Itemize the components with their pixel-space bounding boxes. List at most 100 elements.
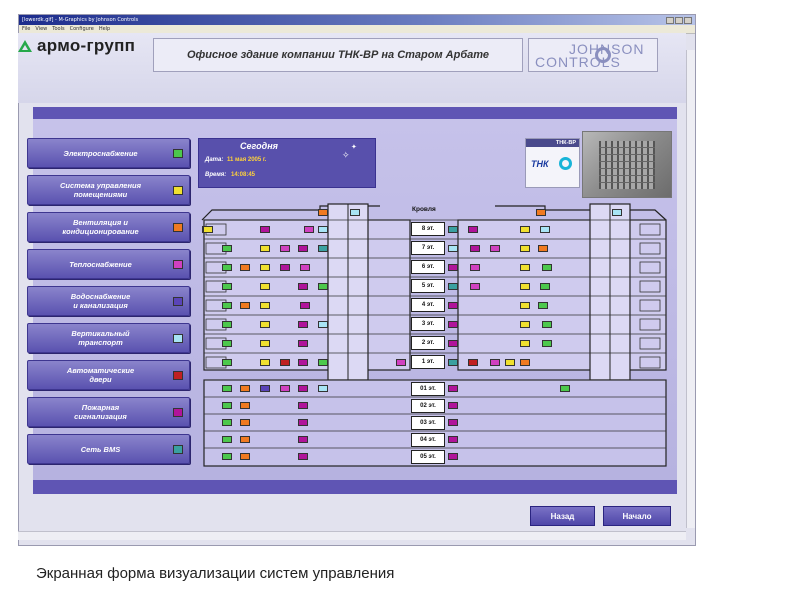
- status-indicator[interactable]: [520, 359, 530, 366]
- minimize-icon[interactable]: [666, 16, 674, 24]
- status-indicator[interactable]: [240, 436, 250, 443]
- status-indicator[interactable]: [298, 359, 308, 366]
- status-indicator[interactable]: [468, 226, 478, 233]
- status-indicator[interactable]: [520, 302, 530, 309]
- status-indicator[interactable]: [470, 264, 480, 271]
- status-indicator[interactable]: [280, 245, 290, 252]
- status-indicator[interactable]: [298, 402, 308, 409]
- status-indicator[interactable]: [222, 385, 232, 392]
- roof-equipment-indicator[interactable]: [612, 209, 622, 216]
- menu-file[interactable]: File: [22, 26, 30, 32]
- floor-label[interactable]: 1 эт.: [411, 355, 445, 369]
- roof-equipment-indicator[interactable]: [318, 209, 328, 216]
- status-indicator[interactable]: [448, 245, 458, 252]
- status-indicator[interactable]: [448, 419, 458, 426]
- status-indicator[interactable]: [542, 321, 552, 328]
- status-indicator[interactable]: [448, 359, 458, 366]
- status-indicator[interactable]: [222, 402, 232, 409]
- status-indicator[interactable]: [318, 226, 328, 233]
- floor-label[interactable]: 05 эт.: [411, 450, 445, 464]
- status-indicator[interactable]: [260, 283, 270, 290]
- status-indicator[interactable]: [203, 226, 213, 233]
- status-indicator[interactable]: [448, 302, 458, 309]
- status-indicator[interactable]: [505, 359, 515, 366]
- floor-label[interactable]: 01 эт.: [411, 382, 445, 396]
- menu-tools[interactable]: Tools: [52, 26, 64, 32]
- roof-equipment-indicator[interactable]: [536, 209, 546, 216]
- status-indicator[interactable]: [260, 385, 270, 392]
- status-indicator[interactable]: [468, 359, 478, 366]
- status-indicator[interactable]: [304, 226, 314, 233]
- status-indicator[interactable]: [222, 359, 232, 366]
- vertical-scrollbar[interactable]: [686, 50, 695, 528]
- status-indicator[interactable]: [222, 245, 232, 252]
- status-indicator[interactable]: [520, 245, 530, 252]
- floor-label[interactable]: 5 эт.: [411, 279, 445, 293]
- status-indicator[interactable]: [260, 359, 270, 366]
- status-indicator[interactable]: [298, 321, 308, 328]
- status-indicator[interactable]: [448, 321, 458, 328]
- menu-help[interactable]: Help: [99, 26, 110, 32]
- status-indicator[interactable]: [222, 302, 232, 309]
- menu-configure[interactable]: Configure: [70, 26, 94, 32]
- status-indicator[interactable]: [542, 340, 552, 347]
- status-indicator[interactable]: [448, 402, 458, 409]
- status-indicator[interactable]: [222, 283, 232, 290]
- system-button-power[interactable]: Электроснабжение: [27, 138, 190, 168]
- status-indicator[interactable]: [490, 245, 500, 252]
- floor-label[interactable]: 03 эт.: [411, 416, 445, 430]
- system-button-elevators[interactable]: Вертикальный транспорт: [27, 323, 190, 353]
- status-indicator[interactable]: [280, 264, 290, 271]
- status-indicator[interactable]: [520, 264, 530, 271]
- floor-label[interactable]: 3 эт.: [411, 317, 445, 331]
- status-indicator[interactable]: [318, 245, 328, 252]
- floor-label[interactable]: 7 эт.: [411, 241, 445, 255]
- system-button-water[interactable]: Водоснабжение и канализация: [27, 286, 190, 316]
- status-indicator[interactable]: [260, 245, 270, 252]
- status-indicator[interactable]: [448, 453, 458, 460]
- status-indicator[interactable]: [240, 264, 250, 271]
- system-button-hvac[interactable]: Вентиляция и кондиционирование: [27, 212, 190, 242]
- status-indicator[interactable]: [280, 385, 290, 392]
- status-indicator[interactable]: [298, 419, 308, 426]
- status-indicator[interactable]: [298, 245, 308, 252]
- status-indicator[interactable]: [260, 340, 270, 347]
- status-indicator[interactable]: [298, 340, 308, 347]
- status-indicator[interactable]: [448, 436, 458, 443]
- status-indicator[interactable]: [280, 359, 290, 366]
- status-indicator[interactable]: [298, 283, 308, 290]
- status-indicator[interactable]: [318, 321, 328, 328]
- floor-label[interactable]: 02 эт.: [411, 399, 445, 413]
- system-button-heating[interactable]: Теплоснабжение: [27, 249, 190, 279]
- menu-view[interactable]: View: [35, 26, 47, 32]
- status-indicator[interactable]: [560, 385, 570, 392]
- status-indicator[interactable]: [448, 226, 458, 233]
- status-indicator[interactable]: [300, 264, 310, 271]
- floor-label[interactable]: 4 эт.: [411, 298, 445, 312]
- status-indicator[interactable]: [300, 302, 310, 309]
- status-indicator[interactable]: [222, 264, 232, 271]
- status-indicator[interactable]: [448, 385, 458, 392]
- status-indicator[interactable]: [396, 359, 406, 366]
- home-button[interactable]: Начало: [603, 506, 671, 526]
- status-indicator[interactable]: [240, 402, 250, 409]
- roof-equipment-indicator[interactable]: [350, 209, 360, 216]
- maximize-icon[interactable]: [675, 16, 683, 24]
- floor-label[interactable]: 04 эт.: [411, 433, 445, 447]
- system-button-doors[interactable]: Автоматические двери: [27, 360, 190, 390]
- status-indicator[interactable]: [260, 321, 270, 328]
- status-indicator[interactable]: [260, 302, 270, 309]
- system-button-bms[interactable]: Сеть BMS: [27, 434, 190, 464]
- status-indicator[interactable]: [222, 340, 232, 347]
- status-indicator[interactable]: [260, 226, 270, 233]
- system-button-room-control[interactable]: Система управления помещениями: [27, 175, 190, 205]
- status-indicator[interactable]: [318, 385, 328, 392]
- back-button[interactable]: Назад: [530, 506, 595, 526]
- status-indicator[interactable]: [222, 436, 232, 443]
- horizontal-scrollbar[interactable]: [18, 531, 686, 540]
- status-indicator[interactable]: [470, 283, 480, 290]
- status-indicator[interactable]: [318, 283, 328, 290]
- status-indicator[interactable]: [318, 359, 328, 366]
- status-indicator[interactable]: [538, 302, 548, 309]
- status-indicator[interactable]: [448, 264, 458, 271]
